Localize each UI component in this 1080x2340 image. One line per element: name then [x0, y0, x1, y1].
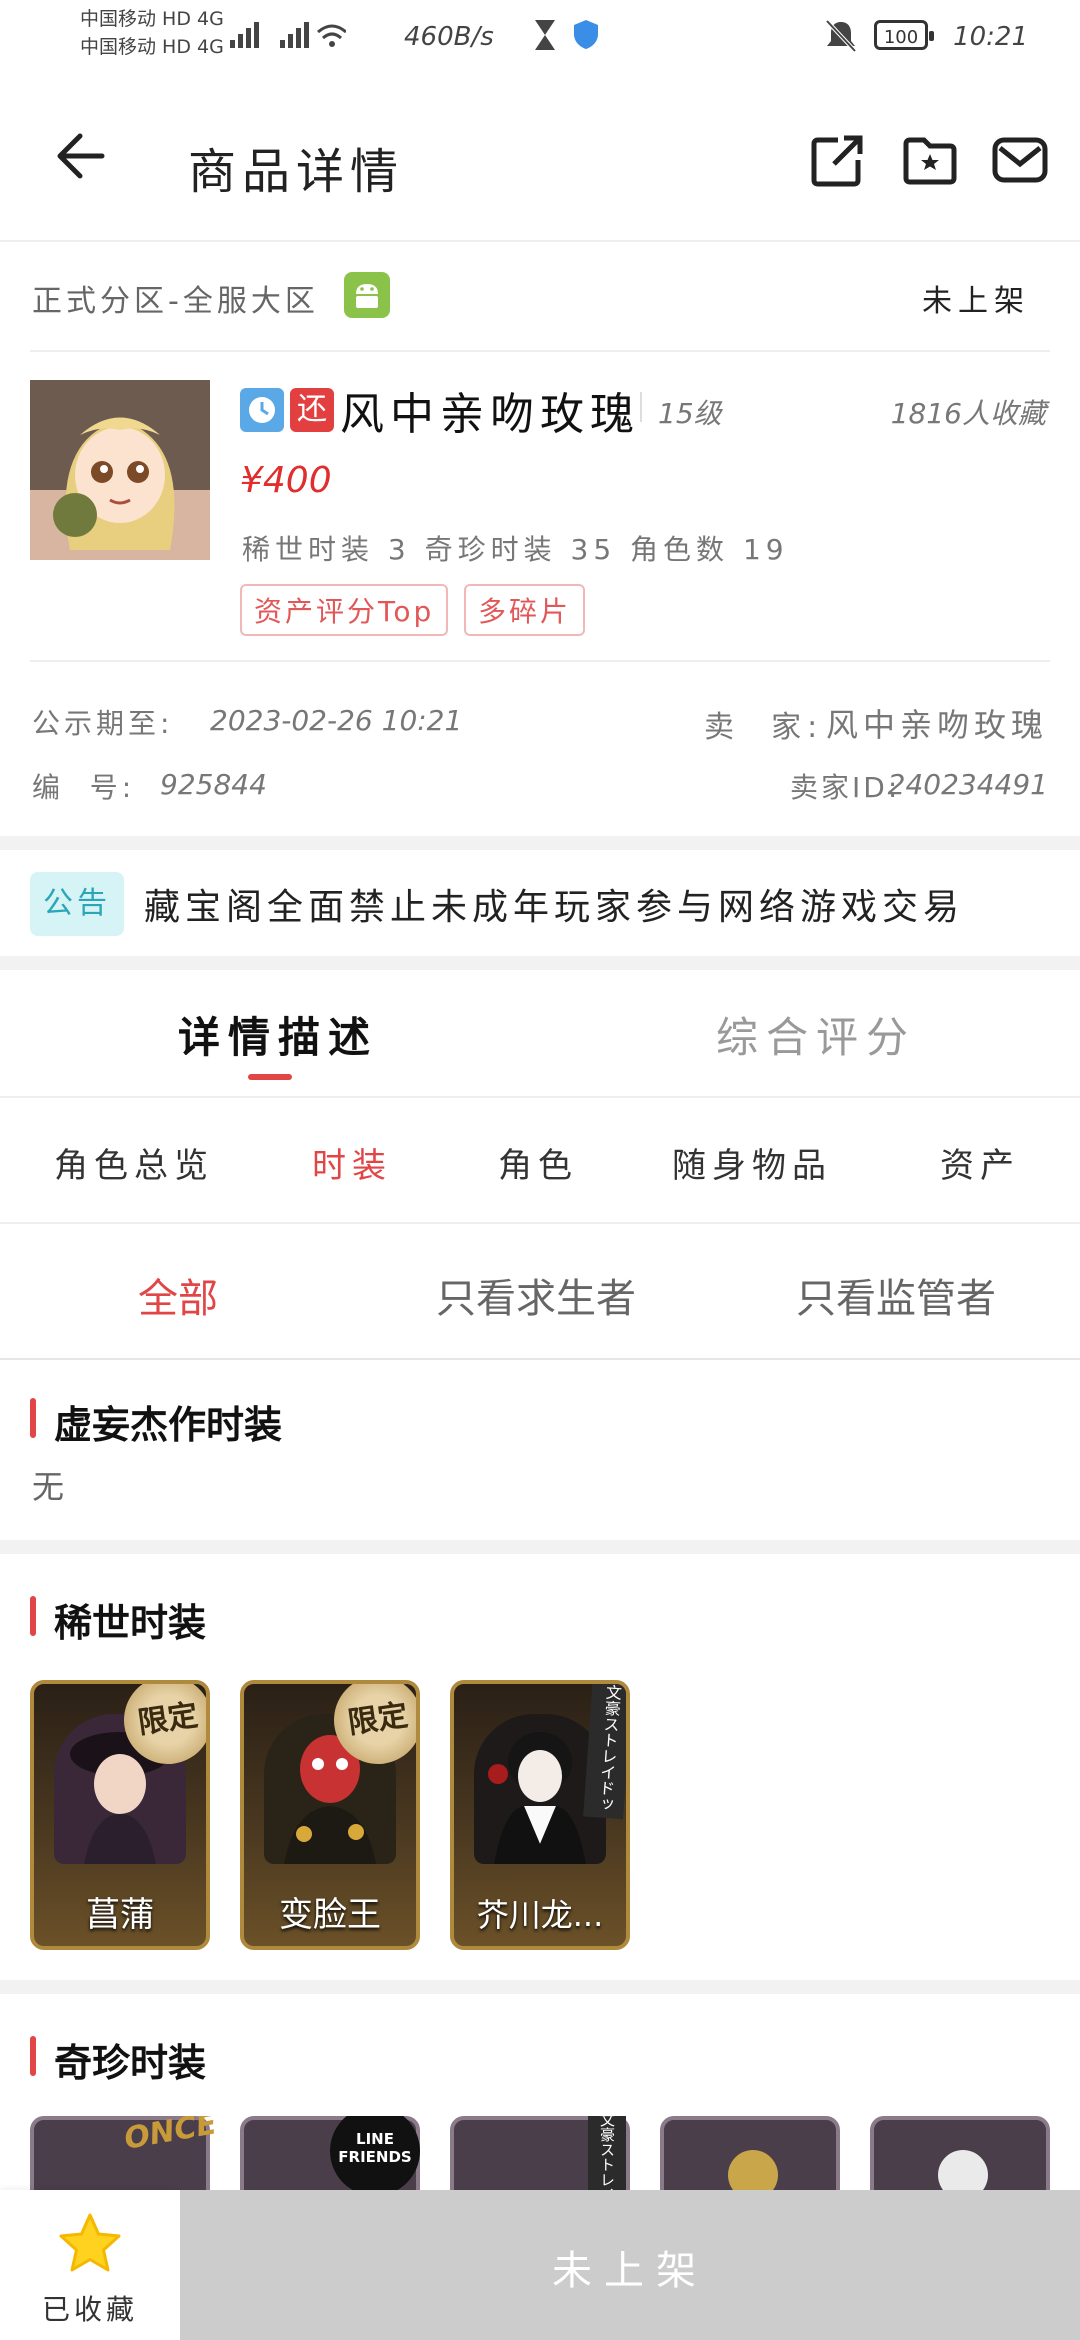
divider [0, 1222, 1080, 1224]
divider [30, 350, 1050, 352]
section-marker [30, 2036, 36, 2076]
notice-text: 藏宝阁全面禁止未成年玩家参与网络游戏交易 [144, 887, 965, 928]
app-header: 商品详情 [0, 90, 1080, 242]
costume-card[interactable]: 限定 菖蒲 [30, 1680, 210, 1950]
once-logo: ONCE [121, 2116, 220, 2157]
subtab-fashion[interactable]: 时装 [312, 1138, 392, 1187]
divider [0, 956, 1080, 970]
share-icon[interactable] [808, 130, 874, 196]
filter-all[interactable]: 全部 [138, 1266, 218, 1324]
return-badge: 还 [290, 388, 334, 432]
back-arrow-icon[interactable] [52, 126, 112, 186]
clock: 10:21 [953, 22, 1028, 52]
subtab-assets[interactable]: 资产 [940, 1138, 1020, 1187]
costume-portrait [728, 2150, 778, 2190]
tab-details[interactable]: 详情描述 [178, 1004, 378, 1065]
filter-hunter[interactable]: 只看监管者 [796, 1266, 996, 1324]
item-level: 15级 [658, 397, 722, 430]
announce-label: 公示期至: [32, 707, 174, 740]
item-stats: 稀世时装 3 奇珍时装 35 角色数 19 [242, 533, 789, 566]
divider [640, 392, 642, 422]
seller-id-label: 卖家ID: [790, 771, 901, 804]
id-value: 925844 [160, 768, 267, 801]
item-name: 风中亲吻玫瑰 [340, 389, 640, 440]
chip-multi-fragments: 多碎片 [464, 584, 586, 636]
divider [0, 1096, 1080, 1098]
sub-tab-bar: 角色总览 时装 角色 随身物品 资产 [0, 1138, 1080, 1188]
announce-value: 2023-02-26 10:21 [210, 704, 463, 737]
costume-card[interactable] [660, 2116, 840, 2190]
message-icon[interactable] [990, 130, 1056, 196]
star-icon [59, 2213, 121, 2272]
costume-name: 菖蒲 [86, 1895, 154, 1935]
item-avatar[interactable] [30, 380, 210, 560]
item-price: ¥400 [240, 460, 332, 501]
section-marker [30, 1398, 36, 1438]
section-title-treasure: 奇珍时装 [54, 2041, 207, 2085]
signal-icon [230, 22, 346, 48]
favorite-button[interactable]: 已收藏 [0, 2190, 180, 2340]
costume-card[interactable]: 限定 变脸王 [240, 1680, 420, 1950]
unlisted-label: 未上架 [552, 2248, 708, 2294]
costume-card[interactable]: 文豪ストレイ [450, 2116, 630, 2190]
id-label: 编 号: [32, 771, 136, 804]
network-speed: 460B/s [404, 22, 494, 52]
divider [0, 1980, 1080, 1994]
android-icon [344, 272, 390, 318]
carrier-label-1: 中国移动 HD 4G [80, 8, 224, 30]
unlisted-button[interactable]: 未上架 [180, 2190, 1080, 2340]
mute-bell-icon [825, 19, 857, 53]
divider [30, 660, 1050, 662]
clock-badge-icon [240, 388, 284, 432]
chip-asset-top: 资产评分Top [240, 584, 449, 636]
tab-rating[interactable]: 综合评分 [716, 1004, 916, 1065]
favorite-label: 已收藏 [41, 2293, 138, 2326]
page-title: 商品详情 [188, 144, 405, 200]
divider [0, 836, 1080, 850]
section-title-masterpiece: 虚妄杰作时装 [54, 1403, 283, 1447]
favorite-count: 1816人收藏 [890, 397, 1046, 430]
status-bar: 中国移动 HD 4G 中国移动 HD 4G 460B/s 100 10:21 [0, 0, 1080, 80]
section-marker [30, 1596, 36, 1636]
tab-indicator [248, 1074, 292, 1080]
collab-banner: 文豪ストレイ [588, 2116, 626, 2190]
costume-card[interactable]: 文豪ストレイドッグス 芥川龙... [450, 1680, 630, 1950]
seller-value: 风中亲吻玫瑰 [825, 706, 1048, 744]
hourglass-icon [535, 20, 555, 50]
listing-status: 未上架 [922, 284, 1030, 319]
costume-name: 变脸王 [279, 1895, 381, 1935]
subtab-overview[interactable]: 角色总览 [54, 1138, 214, 1187]
section-title-rare: 稀世时装 [54, 1601, 207, 1645]
notice-tag: 公告 [30, 872, 124, 936]
seller-id-value: 240234491 [887, 768, 1048, 801]
costume-card[interactable]: ONCE [30, 2116, 219, 2190]
filter-survivor[interactable]: 只看求生者 [436, 1266, 636, 1324]
costume-card[interactable] [870, 2116, 1050, 2190]
costume-card[interactable]: LINE FRIENDS [240, 2116, 420, 2190]
divider [0, 1358, 1080, 1360]
line-friends-logo: LINE FRIENDS [330, 2116, 420, 2190]
shield-icon [574, 20, 598, 49]
divider [0, 1540, 1080, 1554]
battery-indicator: 100 [874, 20, 934, 50]
subtab-items[interactable]: 随身物品 [672, 1138, 832, 1187]
subtab-characters[interactable]: 角色 [498, 1138, 578, 1187]
masterpiece-empty: 无 [32, 1468, 65, 1506]
carrier-label-2: 中国移动 HD 4G [80, 36, 224, 58]
costume-portrait [938, 2150, 988, 2190]
favorite-folder-icon[interactable] [900, 130, 966, 196]
server-label: 正式分区-全服大区 [32, 284, 319, 319]
bottom-action-bar: 已收藏 未上架 [0, 2190, 1080, 2340]
seller-label: 卖 家: [704, 710, 824, 745]
treasure-card-row: ONCE LINE FRIENDS 文豪ストレイ [30, 2116, 1080, 2190]
costume-name: 芥川龙... [476, 1896, 604, 1934]
collab-banner: 文豪ストレイドッグス [583, 1684, 626, 1820]
